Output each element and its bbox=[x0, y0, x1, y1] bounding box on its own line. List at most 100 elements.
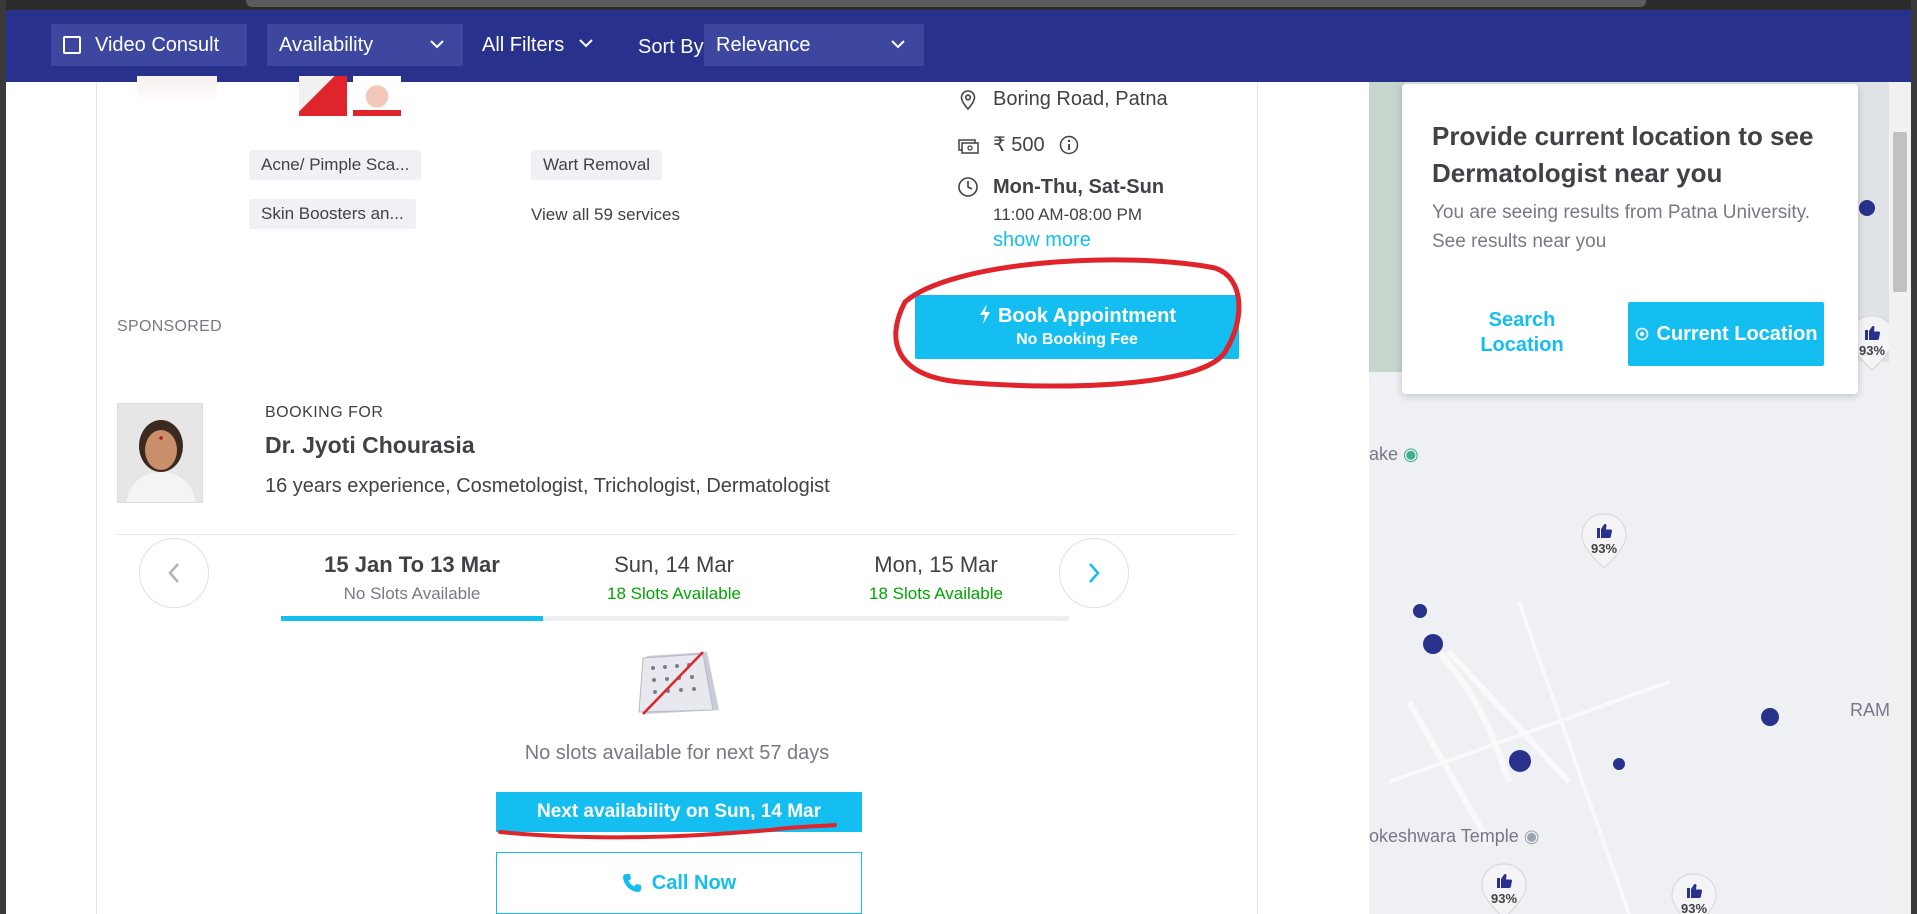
map-label: ake ◉ bbox=[1369, 444, 1419, 465]
timing-row: Mon-Thu, Sat-Sun 11:00 AM-08:00 PM show … bbox=[957, 176, 1164, 252]
availability-label: Availability bbox=[279, 33, 374, 56]
book-appointment-button[interactable]: Book Appointment No Booking Fee bbox=[915, 295, 1239, 359]
call-now-label: Call Now bbox=[651, 871, 737, 894]
popup-subtitle: You are seeing results from Patna Univer… bbox=[1432, 202, 1811, 252]
map-marker-dot[interactable] bbox=[1613, 758, 1625, 770]
chevron-down-icon bbox=[579, 39, 593, 48]
thumbs-up-icon bbox=[1581, 513, 1627, 569]
next-availability-button[interactable]: Next availability on Sun, 14 Mar bbox=[496, 792, 862, 832]
pin-rating: 93% bbox=[1590, 541, 1618, 556]
map-rating-pin[interactable]: 93% bbox=[1669, 872, 1719, 914]
doctor-card: Acne/ Pimple Sca... Wart Removal Skin Bo… bbox=[96, 76, 1258, 914]
map-label: RAM bbox=[1850, 700, 1889, 720]
clinic-photo[interactable] bbox=[353, 76, 401, 116]
popup-title: Provide current location to see Dermatol… bbox=[1432, 121, 1814, 188]
call-now-button[interactable]: Call Now bbox=[496, 852, 862, 914]
doctor-description: 16 years experience, Cosmetologist, Tric… bbox=[265, 475, 830, 497]
location-row: Boring Road, Patna bbox=[957, 88, 1168, 111]
money-icon bbox=[958, 138, 979, 154]
doctor-avatar[interactable] bbox=[117, 403, 203, 503]
map-marker-dot[interactable] bbox=[1413, 604, 1427, 618]
map-marker-dot[interactable] bbox=[1761, 708, 1779, 726]
date-tab-date: Sun, 14 Mar bbox=[614, 552, 734, 577]
pin-rating: 93% bbox=[1680, 901, 1708, 914]
map-marker-dot[interactable] bbox=[1509, 750, 1531, 772]
all-filters-label: All Filters bbox=[482, 34, 565, 56]
phone-icon bbox=[622, 874, 641, 892]
park-icon: ◉ bbox=[1403, 444, 1419, 464]
lightning-icon bbox=[979, 304, 990, 324]
map-rating-pin[interactable]: 93% bbox=[1479, 862, 1529, 914]
sort-by-dropdown[interactable]: Relevance bbox=[704, 24, 924, 66]
map-marker-dot[interactable] bbox=[1859, 200, 1875, 216]
days-text: Mon-Thu, Sat-Sun bbox=[993, 176, 1165, 198]
info-icon[interactable] bbox=[1059, 135, 1079, 155]
calendar-no-slot-icon bbox=[638, 651, 719, 715]
service-tag[interactable]: Acne/ Pimple Sca... bbox=[249, 150, 422, 180]
browser-top-strip bbox=[6, 0, 1911, 10]
show-more-link[interactable]: show more bbox=[993, 229, 1164, 252]
temple-icon: ◉ bbox=[1523, 826, 1540, 846]
map-label: okeshwara Temple ◉ bbox=[1369, 826, 1539, 847]
search-location-button[interactable]: Search Location bbox=[1462, 308, 1582, 358]
chevron-left-icon bbox=[168, 563, 179, 583]
date-tab[interactable]: 15 Jan To 13 Mar No Slots Available bbox=[281, 552, 543, 604]
availability-dropdown[interactable]: Availability bbox=[267, 24, 463, 66]
chevron-right-icon bbox=[1089, 563, 1100, 583]
top-strip-bar bbox=[246, 0, 1646, 7]
map-rating-pin[interactable]: 93% bbox=[1579, 512, 1629, 569]
doctor-photo bbox=[118, 404, 202, 502]
fee-row: ₹ 500 bbox=[957, 132, 1079, 157]
book-button-sub: No Booking Fee bbox=[1016, 331, 1138, 348]
main-content: Acne/ Pimple Sca... Wart Removal Skin Bo… bbox=[6, 76, 1911, 914]
date-tab-slots: 18 Slots Available bbox=[607, 584, 741, 603]
service-tag[interactable]: Skin Boosters an... bbox=[249, 199, 416, 229]
doctor-name[interactable]: Dr. Jyoti Chourasia bbox=[265, 432, 475, 459]
date-tab-indicator bbox=[281, 616, 1069, 621]
browser-viewport: Video Consult Availability All Filters S… bbox=[6, 0, 1911, 914]
clock-icon bbox=[958, 177, 978, 197]
next-dates-button[interactable] bbox=[1059, 538, 1129, 608]
book-button-label: Book Appointment bbox=[997, 305, 1177, 327]
sponsored-label: SPONSORED bbox=[117, 318, 222, 335]
book-button-title: Book Appointment bbox=[915, 304, 1239, 328]
clinic-photo[interactable] bbox=[299, 76, 347, 116]
no-slots-message: No slots available for next 57 days bbox=[524, 742, 830, 764]
sort-by-label: Sort By bbox=[638, 36, 704, 58]
prev-dates-button[interactable] bbox=[139, 538, 209, 608]
chevron-down-icon bbox=[430, 40, 444, 49]
thumbs-up-icon bbox=[1481, 863, 1527, 914]
date-tab-slots: 18 Slots Available bbox=[869, 584, 1003, 603]
date-tab-date: Mon, 15 Mar bbox=[874, 552, 998, 577]
all-filters-button[interactable]: All Filters bbox=[482, 34, 594, 57]
location-pin-icon bbox=[960, 89, 976, 110]
current-location-button[interactable]: Current Location bbox=[1628, 302, 1824, 366]
view-all-services-link[interactable]: View all 59 services bbox=[531, 205, 680, 225]
location-text: Boring Road, Patna bbox=[993, 88, 1168, 110]
booking-for-label: BOOKING FOR bbox=[265, 404, 384, 421]
map-label-text: ake bbox=[1369, 444, 1399, 464]
divider bbox=[117, 534, 1235, 535]
map-label-text: okeshwara Temple bbox=[1369, 826, 1519, 846]
map-marker-dot[interactable] bbox=[1423, 634, 1443, 654]
sort-value: Relevance bbox=[716, 33, 811, 56]
hours-text: 11:00 AM-08:00 PM bbox=[993, 205, 1142, 224]
video-consult-checkbox[interactable] bbox=[63, 36, 81, 54]
pin-rating: 93% bbox=[1490, 891, 1518, 906]
video-consult-filter[interactable]: Video Consult bbox=[51, 24, 247, 66]
clinic-logo bbox=[137, 76, 217, 106]
location-popup: Provide current location to see Dermatol… bbox=[1402, 84, 1858, 394]
date-tab-date: 15 Jan To 13 Mar bbox=[324, 552, 500, 577]
date-tab-slots: No Slots Available bbox=[343, 584, 481, 603]
date-tab[interactable]: Sun, 14 Mar 18 Slots Available bbox=[543, 552, 805, 604]
active-tab-underline bbox=[281, 616, 543, 621]
page-scrollbar[interactable] bbox=[1889, 82, 1911, 914]
crosshair-icon bbox=[1636, 327, 1649, 341]
fee-text: ₹ 500 bbox=[993, 134, 1045, 156]
scrollbar-thumb[interactable] bbox=[1893, 132, 1907, 292]
filter-bar: Video Consult Availability All Filters S… bbox=[6, 10, 1911, 82]
date-tab[interactable]: Mon, 15 Mar 18 Slots Available bbox=[805, 552, 1067, 604]
service-tag[interactable]: Wart Removal bbox=[531, 150, 663, 180]
video-consult-label: Video Consult bbox=[95, 33, 220, 56]
current-location-label: Current Location bbox=[1656, 322, 1818, 345]
